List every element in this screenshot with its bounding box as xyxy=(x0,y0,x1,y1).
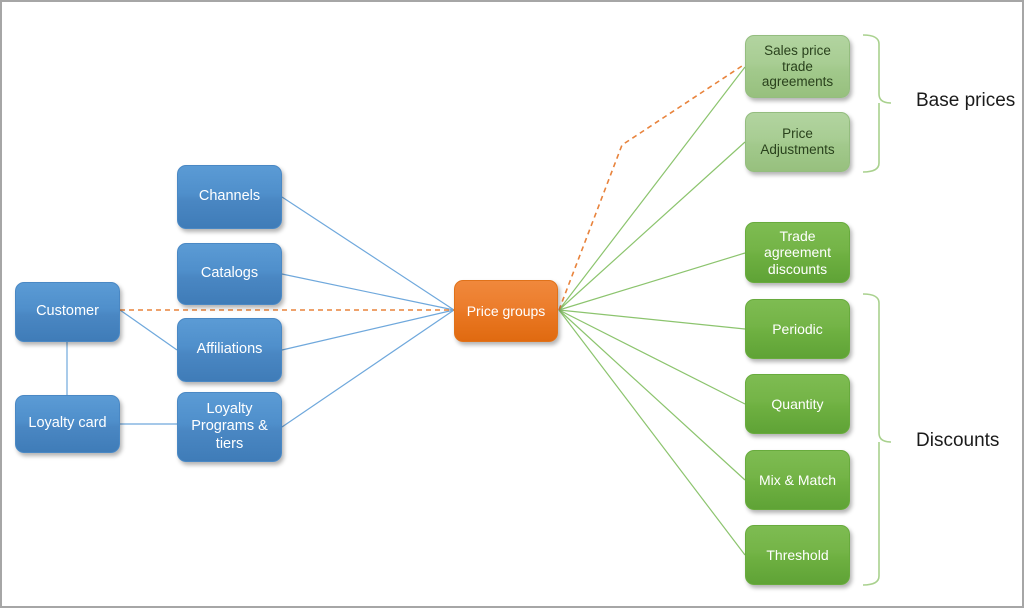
edge-catalogs-to-price_groups xyxy=(281,273,455,311)
edge-price_groups-to-price_adjustments xyxy=(558,141,746,311)
node-loyalty-programs-label: Loyalty Programs & tiers xyxy=(191,401,268,452)
node-channels[interactable]: Channels xyxy=(177,165,282,229)
edge-price_groups-to-threshold xyxy=(558,309,746,556)
node-sales-price-trade-agreements[interactable]: Sales price trade agreements xyxy=(745,35,850,98)
edge-price_groups-to-trade_agreement_discounts xyxy=(558,252,746,311)
group-label-base-prices: Base prices xyxy=(916,90,1016,111)
node-affiliations[interactable]: Affiliations xyxy=(177,318,282,382)
discounts-bracket xyxy=(862,293,892,586)
dashed-edge-price_groups-to-sales_price_trade_agreements xyxy=(558,63,746,311)
node-trade-agreement-discounts[interactable]: Trade agreement discounts xyxy=(745,222,850,283)
edge-loyalty_programs-to-price_groups xyxy=(281,309,455,428)
node-sales-price-trade-agreements-label: Sales price trade agreements xyxy=(761,42,834,90)
edge-customer-to-affiliations xyxy=(119,309,178,351)
node-loyalty-card[interactable]: Loyalty card xyxy=(15,395,120,453)
node-price-adjustments-label: Price Adjustments xyxy=(760,126,835,157)
edge-price_groups-to-mix_and_match xyxy=(558,309,746,481)
node-price-groups-label: Price groups xyxy=(466,302,546,319)
green-connector-group xyxy=(558,66,746,556)
node-catalogs[interactable]: Catalogs xyxy=(177,243,282,305)
node-mix-and-match-label: Mix & Match xyxy=(758,471,836,488)
node-affiliations-label: Affiliations xyxy=(196,341,263,358)
edge-channels-to-price_groups xyxy=(281,196,455,311)
node-customer[interactable]: Customer xyxy=(15,282,120,342)
edge-affiliations-to-price_groups xyxy=(281,309,455,351)
diagram-canvas: Customer Loyalty card Channels Catalogs … xyxy=(0,0,1024,608)
node-periodic[interactable]: Periodic xyxy=(745,299,850,359)
node-customer-label: Customer xyxy=(36,303,99,320)
node-quantity-label: Quantity xyxy=(771,395,824,412)
bracket-group xyxy=(862,34,892,586)
edge-price_groups-to-periodic xyxy=(558,309,746,330)
node-periodic-label: Periodic xyxy=(772,320,823,337)
node-price-groups[interactable]: Price groups xyxy=(454,280,558,342)
node-catalogs-label: Catalogs xyxy=(200,265,259,282)
node-price-adjustments[interactable]: Price Adjustments xyxy=(745,112,850,172)
node-mix-and-match[interactable]: Mix & Match xyxy=(745,450,850,510)
base-prices-bracket xyxy=(862,34,892,173)
group-label-discounts: Discounts xyxy=(916,430,1000,451)
node-threshold[interactable]: Threshold xyxy=(745,525,850,585)
edge-price_groups-to-quantity xyxy=(558,309,746,405)
node-channels-label: Channels xyxy=(198,188,261,205)
edge-price_groups-to-sales_price_trade_agreements xyxy=(558,66,746,311)
node-loyalty-programs-and-tiers[interactable]: Loyalty Programs & tiers xyxy=(177,392,282,462)
node-quantity[interactable]: Quantity xyxy=(745,374,850,434)
node-threshold-label: Threshold xyxy=(766,546,829,563)
node-loyalty-card-label: Loyalty card xyxy=(28,415,107,432)
node-trade-agreement-discounts-label: Trade agreement discounts xyxy=(764,227,831,277)
